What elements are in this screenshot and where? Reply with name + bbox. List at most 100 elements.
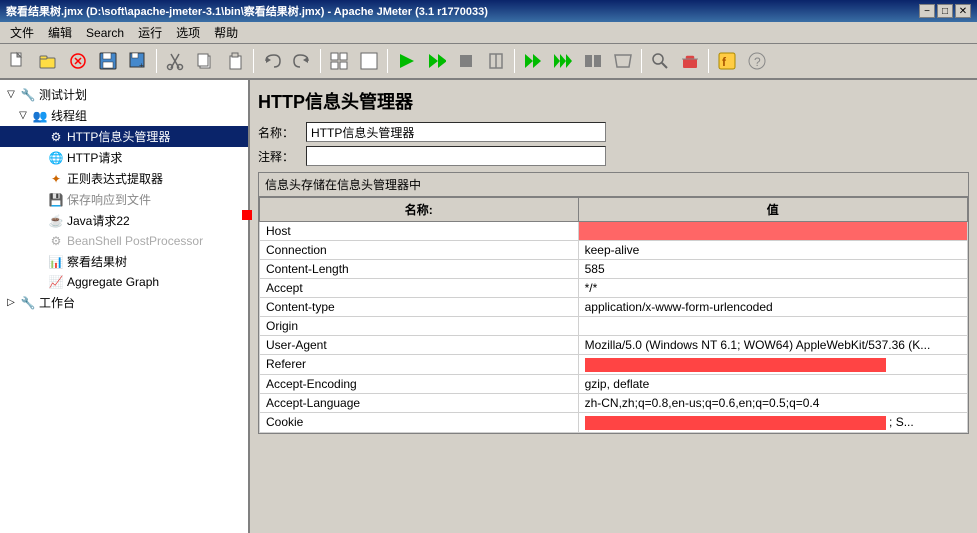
menu-edit[interactable]: 编辑 [42,22,78,43]
tree-item-aggregate-graph[interactable]: 📈 Aggregate Graph [0,272,248,292]
saveas-button[interactable]: + [124,47,152,75]
name-field-row: 名称： [258,122,969,142]
collapse-button[interactable] [355,47,383,75]
menu-help[interactable]: 帮助 [208,22,244,43]
function-helper-button[interactable]: f [713,47,741,75]
java-request-icon: ☕ [48,213,64,229]
toolbar: + [0,44,977,80]
comment-input[interactable] [306,146,606,166]
remote-run-nopauses-button[interactable] [549,47,577,75]
sep3 [320,49,321,73]
tree-item-http-header[interactable]: ⚙ HTTP信息头管理器 [0,126,248,147]
tree-item-save-response[interactable]: 💾 保存响应到文件 [0,189,248,210]
copy-button[interactable] [191,47,219,75]
run-no-pause-button[interactable] [422,47,450,75]
table-row[interactable]: Referer [260,355,968,375]
tree-item-test-plan[interactable]: ▽ 🔧 测试计划 [0,84,248,105]
table-row[interactable]: Cookie ; S... [260,412,968,432]
table-row[interactable]: Content-typeapplication/x-www-form-urlen… [260,298,968,317]
tree-item-label: Aggregate Graph [67,275,159,289]
table-row[interactable]: Host [260,222,968,241]
header-name-cell: Cookie [260,412,579,432]
tree-item-thread-group[interactable]: ▽ 👥 线程组 [0,105,248,126]
expand-icon-http-header [32,130,46,144]
tree-item-regex-extractor[interactable]: ✦ 正则表达式提取器 [0,168,248,189]
headers-table-section: 信息头存储在信息头管理器中 名称: 值 Host Connectionkeep-… [258,172,969,434]
tree-item-label: HTTP信息头管理器 [67,128,170,145]
tree-item-label: Java请求22 [67,212,130,229]
header-value-cell: Mozilla/5.0 (Windows NT 6.1; WOW64) Appl… [578,336,967,355]
regex-icon: ✦ [48,171,64,187]
right-panel: HTTP信息头管理器 名称： 注释： 信息头存储在信息头管理器中 名称: 值 [250,80,977,533]
table-row[interactable]: Connectionkeep-alive [260,241,968,260]
header-name-cell: Content-type [260,298,579,317]
window-title: 察看结果树.jmx (D:\soft\apache-jmeter-3.1\bin… [6,3,488,19]
shutdown-button[interactable] [482,47,510,75]
header-name-cell: Referer [260,355,579,375]
comment-field-row: 注释： [258,146,969,166]
table-row[interactable]: Accept-Encodinggzip, deflate [260,374,968,393]
test-tree-panel: ▽ 🔧 测试计划 ▽ 👥 线程组 ⚙ HTTP信息头管理器 🌐 HTTP请求 ✦… [0,80,250,533]
expand-button[interactable] [325,47,353,75]
tree-item-label: HTTP请求 [67,149,122,166]
tree-item-http-request[interactable]: 🌐 HTTP请求 [0,147,248,168]
headers-table: 名称: 值 Host Connectionkeep-aliveContent-L… [259,197,968,433]
table-row[interactable]: User-AgentMozilla/5.0 (Windows NT 6.1; W… [260,336,968,355]
remote-run-button[interactable] [519,47,547,75]
tree-item-java-request[interactable]: ☕ Java请求22 [0,210,248,231]
menu-run[interactable]: 运行 [132,22,168,43]
test-plan-icon: 🔧 [20,87,36,103]
save-response-icon: 💾 [48,192,64,208]
paste-button[interactable] [221,47,249,75]
tree-item-label: 保存响应到文件 [67,191,151,208]
tree-item-workbench[interactable]: ▷ 🔧 工作台 [0,292,248,313]
expand-icon-beanshell [32,234,46,248]
header-value-cell [578,222,967,241]
sep4 [387,49,388,73]
header-name-cell: Content-Length [260,260,579,279]
maximize-button[interactable]: □ [937,4,953,18]
stop-button[interactable] [452,47,480,75]
expand-icon-regex [32,172,46,186]
tree-item-view-results[interactable]: 📊 察看结果树 [0,251,248,272]
menu-options[interactable]: 选项 [170,22,206,43]
browse-button[interactable] [646,47,674,75]
expand-icon-workbench: ▷ [4,296,18,310]
name-input[interactable] [306,122,606,142]
table-row[interactable]: Origin [260,317,968,336]
sep2 [253,49,254,73]
new-button[interactable] [4,47,32,75]
title-bar: 察看结果树.jmx (D:\soft\apache-jmeter-3.1\bin… [0,0,977,22]
header-name-cell: Origin [260,317,579,336]
main-layout: ▽ 🔧 测试计划 ▽ 👥 线程组 ⚙ HTTP信息头管理器 🌐 HTTP请求 ✦… [0,80,977,533]
run-button[interactable] [392,47,420,75]
header-value-cell: ; S... [578,412,967,432]
menu-file[interactable]: 文件 [4,22,40,43]
tree-item-beanshell[interactable]: ⚙ BeanShell PostProcessor [0,231,248,251]
table-row[interactable]: Content-Length585 [260,260,968,279]
sep6 [641,49,642,73]
table-row[interactable]: Accept-Languagezh-CN,zh;q=0.8,en-us;q=0.… [260,393,968,412]
close-panel-button[interactable] [64,47,92,75]
tree-item-label: 正则表达式提取器 [67,170,163,187]
save-button[interactable] [94,47,122,75]
remote-shutdown-button[interactable] [609,47,637,75]
help-button[interactable]: ? [743,47,771,75]
expand-icon-java [32,214,46,228]
close-button[interactable]: ✕ [955,4,971,18]
header-name-cell: Accept [260,279,579,298]
clear-all-button[interactable] [676,47,704,75]
table-row[interactable]: Accept*/* [260,279,968,298]
header-name-cell: Accept-Language [260,393,579,412]
redo-button[interactable] [288,47,316,75]
remote-stop-button[interactable] [579,47,607,75]
open-button[interactable] [34,47,62,75]
minimize-button[interactable]: − [919,4,935,18]
table-section-title: 信息头存储在信息头管理器中 [259,173,968,197]
menu-search[interactable]: Search [80,24,130,42]
tree-item-label: 察看结果树 [67,253,127,270]
cut-button[interactable] [161,47,189,75]
undo-button[interactable] [258,47,286,75]
header-value-cell [578,317,967,336]
menu-bar: 文件 编辑 Search 运行 选项 帮助 [0,22,977,44]
